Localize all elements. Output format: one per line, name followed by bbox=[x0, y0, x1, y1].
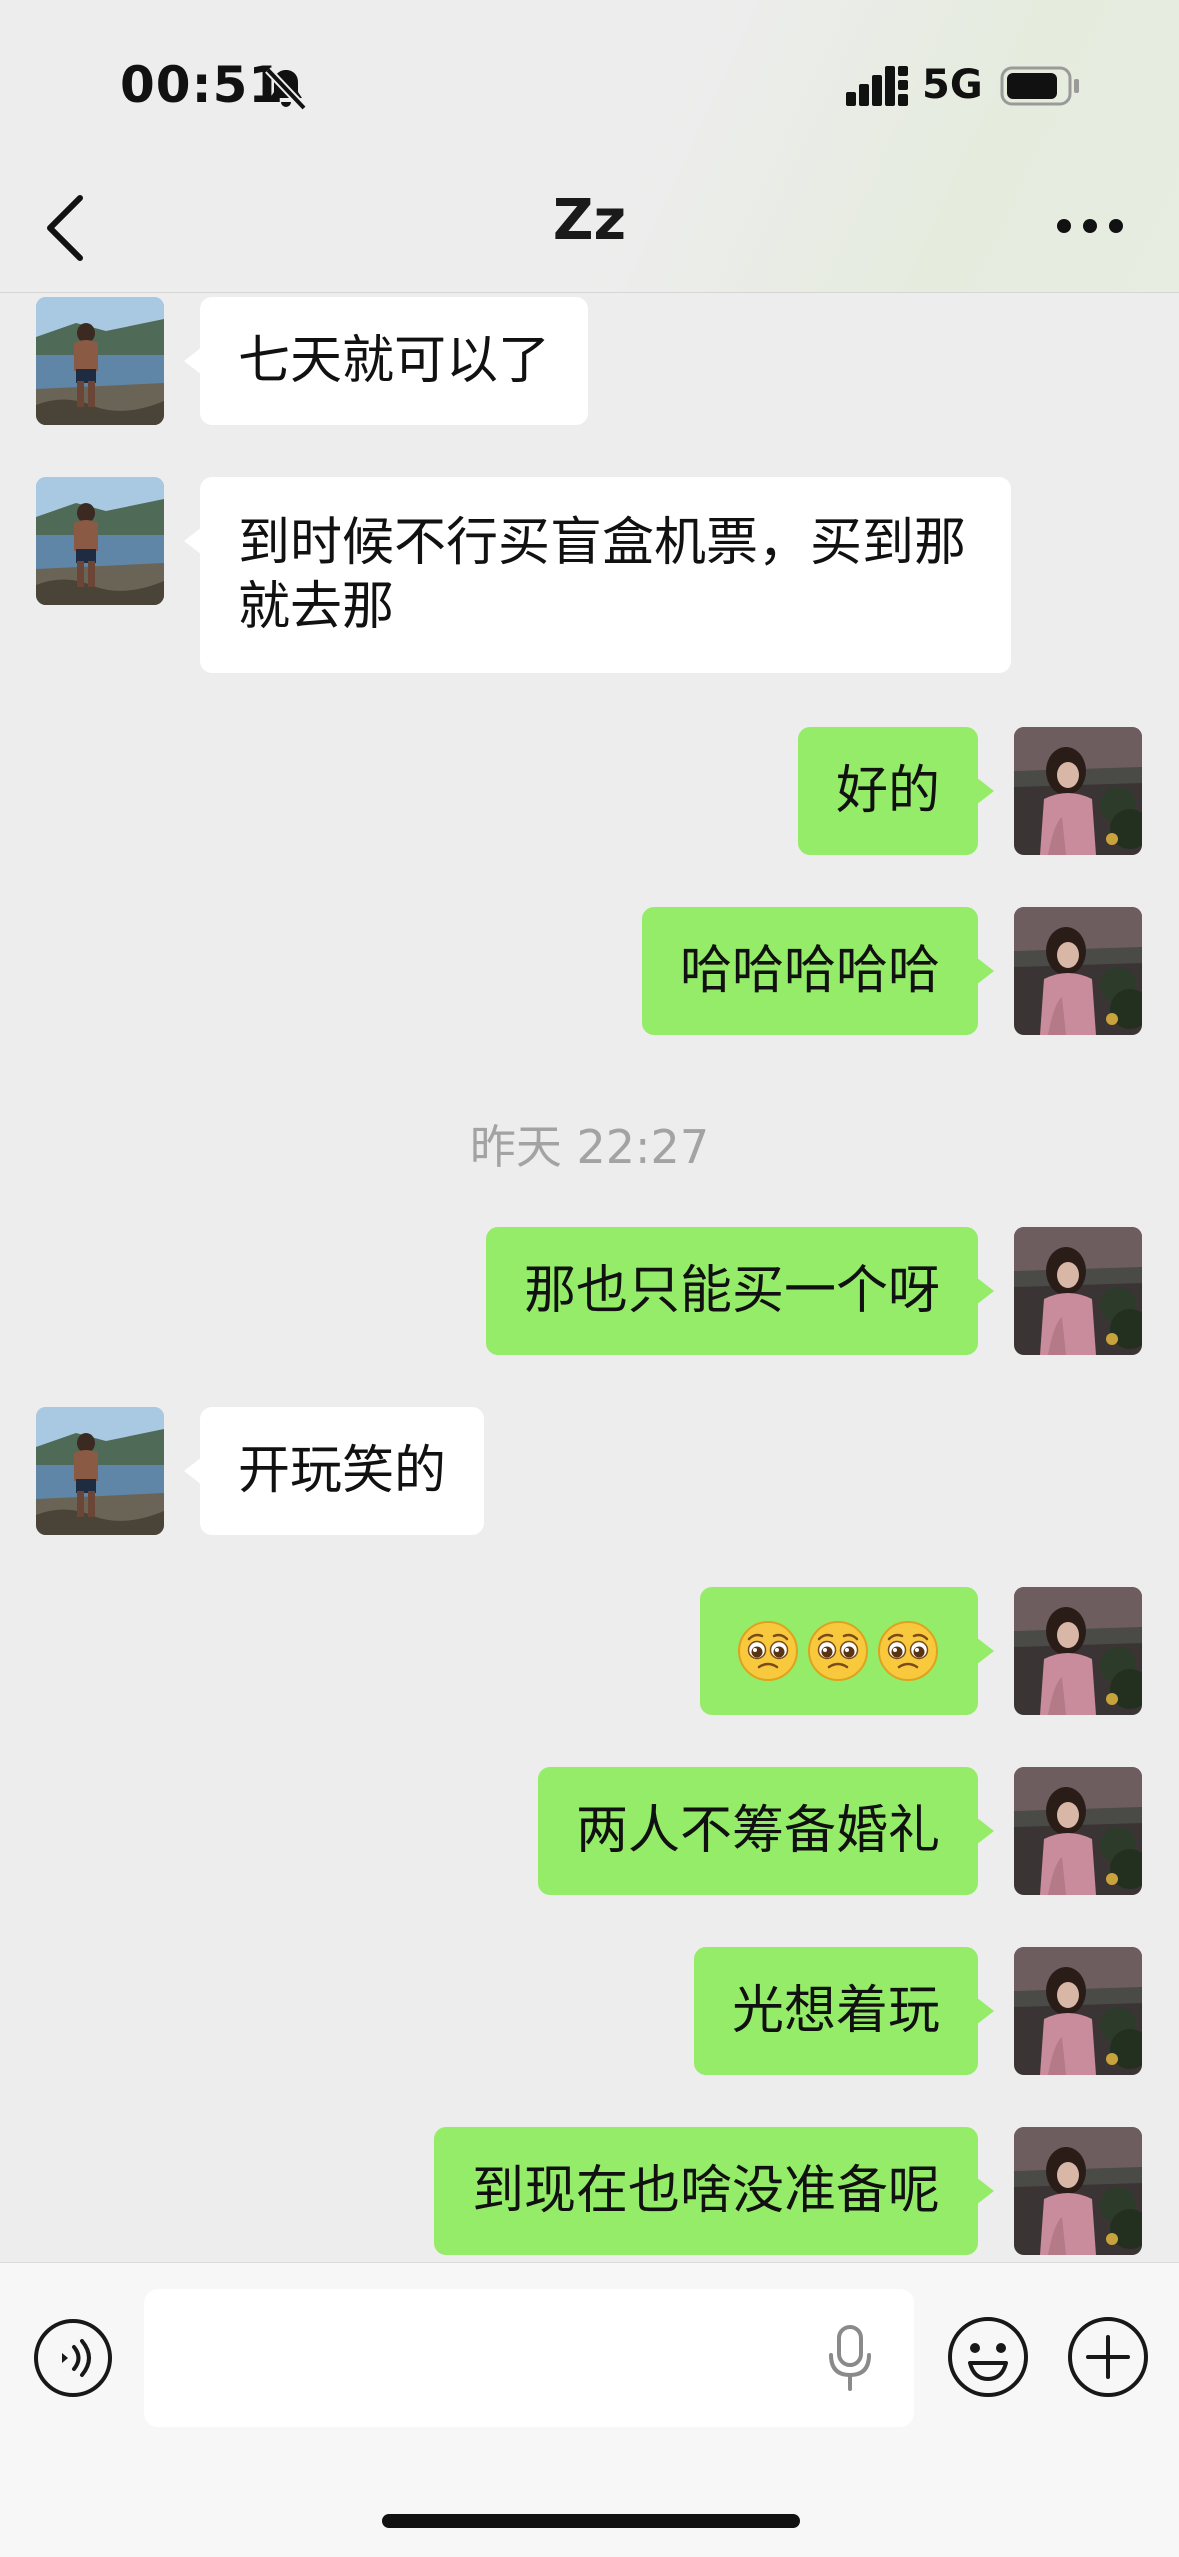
message-text: 光想着玩 bbox=[731, 1981, 940, 2041]
message-bubble[interactable]: 光想着玩 bbox=[693, 1947, 995, 2075]
self-avatar[interactable] bbox=[1014, 1587, 1142, 1715]
message-text: 那也只能买一个呀 bbox=[523, 1261, 940, 1321]
self-avatar[interactable] bbox=[1014, 2127, 1142, 2255]
self-avatar[interactable] bbox=[1014, 1947, 1142, 2075]
top-bar: 00:51 5G Zz bbox=[0, 0, 1179, 293]
contact-avatar[interactable] bbox=[36, 297, 164, 425]
message-text: 开玩笑的 bbox=[238, 1441, 447, 1501]
message-text: 七天就可以了 bbox=[238, 331, 551, 391]
self-avatar[interactable] bbox=[1014, 907, 1142, 1035]
self-avatar[interactable] bbox=[1014, 727, 1142, 855]
network-label: 5G bbox=[922, 62, 983, 108]
message-text: 两人不筹备婚礼 bbox=[575, 1801, 940, 1861]
message-input[interactable] bbox=[144, 2289, 914, 2427]
message-bubble[interactable]: 哈哈哈哈哈 好的 bbox=[797, 727, 995, 855]
message-bubble[interactable]: 那也只能买一个呀 bbox=[485, 1227, 995, 1355]
home-indicator[interactable] bbox=[382, 2514, 800, 2528]
emoji-group bbox=[736, 1619, 942, 1683]
message-bubble[interactable] bbox=[700, 1587, 994, 1715]
message-text: 到现在也啥没准备呢 bbox=[471, 2161, 940, 2221]
battery-icon bbox=[1000, 66, 1079, 106]
message-bubble[interactable]: 两人不筹备婚礼 bbox=[537, 1767, 995, 1895]
plus-icon[interactable] bbox=[1066, 2315, 1150, 2399]
signal-icon bbox=[846, 66, 908, 106]
voice-icon[interactable] bbox=[32, 2317, 114, 2399]
more-icon[interactable] bbox=[1056, 210, 1124, 242]
message-text: 好的 bbox=[835, 761, 940, 821]
pleading-face-emoji bbox=[877, 1620, 939, 1682]
input-bar bbox=[0, 2262, 1179, 2557]
message-bubble[interactable]: 哈哈哈哈哈 bbox=[641, 907, 995, 1035]
chat-timestamp: 昨天 22:27 bbox=[469, 1120, 710, 1174]
message-bubble[interactable]: 到现在也啥没准备呢 bbox=[433, 2127, 995, 2255]
message-text: 到时候不行买盲盒机票，买到那就去那 bbox=[238, 513, 967, 637]
contact-avatar[interactable] bbox=[36, 477, 164, 605]
self-avatar[interactable] bbox=[1014, 1227, 1142, 1355]
self-avatar[interactable] bbox=[1014, 1767, 1142, 1895]
chat-area[interactable]: 七天就可以了 到时候不行买盲盒机票，买到那就去那 哈哈哈哈哈 好的 哈哈哈哈哈 … bbox=[0, 293, 1179, 2261]
message-bubble[interactable]: 到时候不行买盲盒机票，买到那就去那 bbox=[184, 477, 1011, 673]
message-bubble[interactable]: 开玩笑的 bbox=[183, 1407, 485, 1535]
message-text: 哈哈哈哈哈 bbox=[679, 941, 940, 1001]
bell-off-icon bbox=[265, 67, 307, 111]
pleading-face-emoji bbox=[737, 1620, 799, 1682]
emoji-icon[interactable] bbox=[946, 2315, 1030, 2399]
message-bubble[interactable]: 七天就可以了 bbox=[183, 297, 589, 425]
chat-title: Zz bbox=[552, 188, 627, 253]
pleading-face-emoji bbox=[807, 1620, 869, 1682]
status-time: 00:51 bbox=[120, 56, 285, 114]
contact-avatar[interactable] bbox=[36, 1407, 164, 1535]
microphone-icon[interactable] bbox=[826, 2323, 874, 2393]
